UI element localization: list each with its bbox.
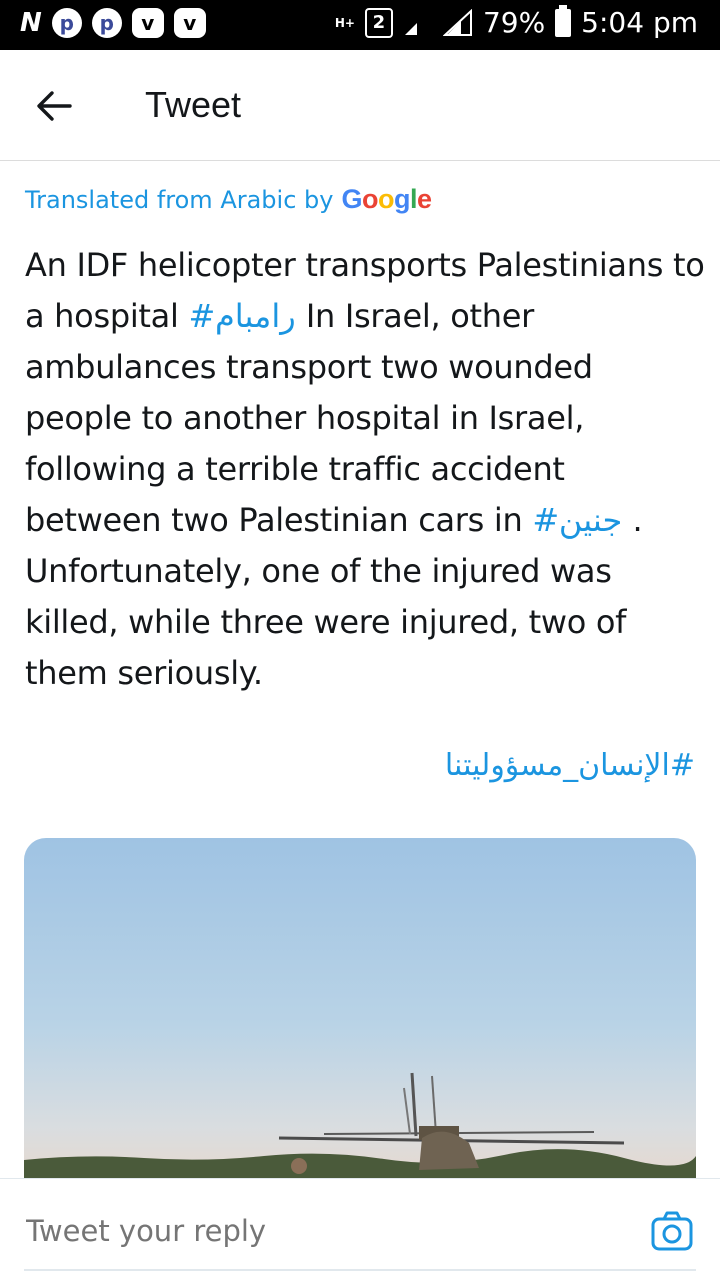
network-type: H+ [334,15,355,30]
p-app-icon-2: p [91,8,122,38]
hashtag-jenin[interactable]: #جنين [532,501,622,539]
signal-icon-2 [442,8,473,37]
status-bar: N p p v v H+ 2 79% 5:04 pm [0,0,720,50]
hashtag-humanity[interactable]: #الإنسان_مسؤوليتنا [445,748,695,783]
tweet-text: An IDF helicopter transports Palestinian… [25,240,705,699]
back-arrow-icon[interactable] [34,86,74,126]
signal-icon [403,9,433,37]
v-app-icon: v [131,8,164,38]
translation-label: Translated from Arabic by [25,185,334,214]
p-app-icon: p [51,8,82,38]
hashtag-rambam[interactable]: #رامبام [188,297,296,335]
v-app-icon-2: v [173,8,206,38]
battery-percent: 79% [482,6,546,39]
clock: 5:04 pm [581,6,698,39]
tweet-photo[interactable] [24,838,696,1178]
helicopter-photo [24,838,696,1178]
reply-underline [24,1269,696,1271]
system-indicators: H+ 2 79% 5:04 pm [334,4,698,39]
camera-icon[interactable] [650,1209,694,1253]
n-app-icon: N [20,8,42,38]
reply-bar [0,1178,720,1281]
reply-input[interactable] [24,1213,588,1249]
sim-indicator: 2 [364,7,393,38]
notification-icons: N p p v v [20,8,206,38]
battery-icon [555,4,572,37]
google-logo: Google [341,184,432,214]
app-header: Tweet [0,50,720,161]
page-title: Tweet [145,84,242,125]
translation-notice[interactable]: Translated from Arabic by Google [25,184,432,215]
